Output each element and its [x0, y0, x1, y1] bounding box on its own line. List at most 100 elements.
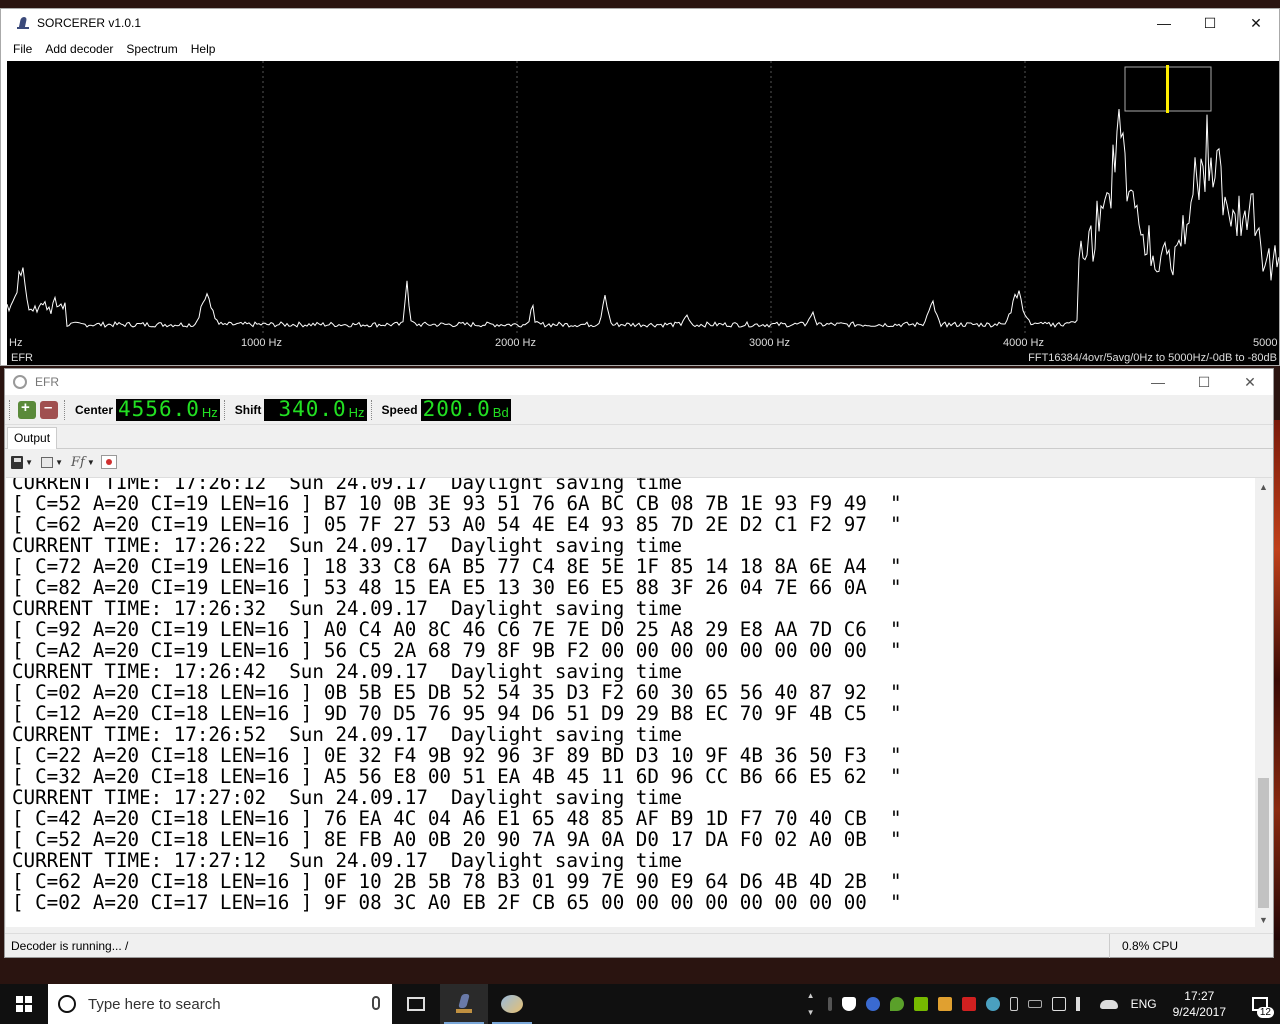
chevron-down-icon: ▼	[55, 457, 63, 467]
decoder-titlebar[interactable]: EFR — ☐ ✕	[5, 369, 1273, 395]
clock[interactable]: 17:27 9/24/2017	[1173, 988, 1226, 1020]
toolbar-grip[interactable]	[9, 399, 12, 420]
minimize-button[interactable]: —	[1141, 9, 1187, 37]
tab-output[interactable]: Output	[7, 427, 58, 449]
font-icon: Ff	[71, 454, 85, 470]
freq-label-5000: 5000	[1253, 337, 1277, 349]
add-plugin-icon[interactable]	[18, 399, 36, 419]
onedrive-icon[interactable]	[1099, 999, 1118, 1009]
microphone-icon[interactable]	[372, 996, 380, 1010]
menubar: File Add decoder Spectrum Help	[1, 37, 1279, 61]
search-placeholder: Type here to search	[88, 995, 221, 1013]
scroll-up-icon[interactable]: ▲	[1255, 478, 1272, 495]
fft-info-label: FFT16384/4ovr/5avg/0Hz to 5000Hz/-0dB to…	[1028, 352, 1277, 364]
output-line: [ C=52 A=20 CI=18 LEN=16 ] 8E FB A0 0B 2…	[12, 828, 902, 851]
chevron-down-icon: ▼	[806, 1008, 815, 1017]
desktop-background-strip	[1274, 420, 1280, 940]
keyboard-icon[interactable]	[1027, 1000, 1042, 1008]
main-window-controls: — ☐ ✕	[1141, 9, 1279, 37]
sorcerer-app-icon	[15, 15, 31, 31]
language-indicator[interactable]: ENG	[1131, 997, 1157, 1011]
usb-icon[interactable]	[1009, 997, 1018, 1011]
toolbar-grip[interactable]	[64, 399, 67, 420]
vertical-scrollbar[interactable]: ▲ ▼	[1255, 478, 1272, 927]
menu-spectrum[interactable]: Spectrum	[126, 42, 177, 56]
output-line: [ C=02 A=20 CI=17 LEN=16 ] 9F 08 3C A0 E…	[12, 891, 902, 914]
minimize-icon: —	[1157, 15, 1171, 31]
clock-time: 17:27	[1184, 989, 1215, 1003]
tray-overflow-button[interactable]: ▲ ▼	[805, 991, 817, 1017]
decoder-maximize-button[interactable]: ☐	[1181, 369, 1227, 395]
save-button[interactable]: ▼	[11, 454, 33, 470]
taskbar-search[interactable]: Type here to search	[48, 984, 392, 1024]
network-app-icon[interactable]	[985, 997, 1000, 1011]
output-line: CURRENT TIME: 17:26:52 Sun 24.09.17 Dayl…	[12, 723, 683, 746]
spectrum-display[interactable]: Hz 1000 Hz 2000 Hz 3000 Hz 4000 Hz 5000 …	[7, 61, 1279, 365]
toolbar-grip[interactable]	[370, 399, 374, 420]
scroll-down-icon[interactable]: ▼	[1255, 911, 1272, 927]
network-icon[interactable]	[1051, 997, 1066, 1011]
freq-label-3000: 3000 Hz	[749, 337, 790, 349]
main-titlebar[interactable]: SORCERER v1.0.1 — ☐ ✕	[1, 9, 1279, 37]
gear-icon	[13, 375, 27, 389]
maximize-button[interactable]: ☐	[1187, 9, 1233, 37]
cpu-usage: 0.8% CPU	[1109, 934, 1273, 958]
menu-help[interactable]: Help	[191, 42, 216, 56]
decoder-toolbar: Center 4556.0 Hz Shift 340.0 Hz Speed 20…	[5, 395, 1273, 425]
output-line: [ C=32 A=20 CI=18 LEN=16 ] A5 56 E8 00 5…	[12, 765, 902, 788]
close-button[interactable]: ✕	[1233, 9, 1279, 37]
speed-display[interactable]: 200.0 Bd	[420, 398, 511, 421]
output-line: [ C=72 A=20 CI=19 LEN=16 ] 18 33 C8 6A B…	[12, 555, 902, 578]
output-line: [ C=92 A=20 CI=19 LEN=16 ] A0 C4 A0 8C 4…	[12, 618, 902, 641]
taskbar-app-sorcerer[interactable]	[440, 984, 488, 1024]
start-button[interactable]	[0, 984, 48, 1024]
menu-add-decoder[interactable]: Add decoder	[45, 42, 113, 56]
speed-unit: Bd	[492, 404, 509, 420]
spectrum-plot[interactable]: Hz 1000 Hz 2000 Hz 3000 Hz 4000 Hz 5000 …	[7, 61, 1279, 365]
close-icon: ✕	[1244, 373, 1256, 390]
remove-plugin-icon[interactable]	[40, 399, 58, 419]
nvidia-icon[interactable]	[913, 997, 928, 1011]
action-center-button[interactable]: 12	[1240, 984, 1280, 1024]
font-options-button[interactable]: Ff ▼	[71, 454, 95, 470]
green-app-icon[interactable]	[889, 997, 904, 1011]
taskbar-app-paint[interactable]	[488, 984, 536, 1024]
maximize-icon: ☐	[1197, 373, 1211, 390]
decoder-close-button[interactable]: ✕	[1227, 369, 1273, 395]
output-tabbar: Output	[5, 425, 1273, 449]
bluetooth-icon[interactable]	[865, 997, 880, 1011]
scrollbar-thumb[interactable]	[1258, 778, 1269, 908]
stop-record-icon[interactable]	[101, 455, 117, 469]
output-line: [ C=A2 A=20 CI=19 LEN=16 ] 56 C5 2A 68 7…	[12, 639, 902, 662]
output-line: [ C=42 A=20 CI=18 LEN=16 ] 76 EA 4C 04 A…	[12, 807, 902, 830]
output-log: CURRENT TIME: 17:26:12 Sun 24.09.17 Dayl…	[12, 478, 902, 914]
freq-label-2000: 2000 Hz	[495, 337, 536, 349]
task-view-button[interactable]	[392, 984, 440, 1024]
speed-label: Speed	[381, 402, 418, 417]
windows-icon	[16, 996, 32, 1012]
bitdefender-icon[interactable]	[961, 997, 976, 1011]
defender-shield-icon[interactable]	[841, 997, 856, 1011]
output-line: CURRENT TIME: 17:27:12 Sun 24.09.17 Dayl…	[12, 849, 683, 872]
cortana-icon	[58, 995, 76, 1013]
volume-icon[interactable]	[1075, 997, 1090, 1011]
close-icon: ✕	[1250, 14, 1262, 31]
menu-file[interactable]: File	[13, 42, 32, 56]
decoder-status-text: Decoder is running... /	[11, 938, 129, 953]
puzzle-tray-icon[interactable]	[937, 997, 952, 1011]
clock-date: 9/24/2017	[1172, 1005, 1226, 1019]
shift-value: 340.0	[278, 396, 347, 421]
output-text-area[interactable]: CURRENT TIME: 17:26:12 Sun 24.09.17 Dayl…	[6, 477, 1272, 927]
tuning-marker-center[interactable]	[1166, 65, 1169, 113]
toolbar-grip[interactable]	[223, 399, 227, 420]
decoder-minimize-button[interactable]: —	[1135, 369, 1181, 395]
minimize-icon: —	[1151, 374, 1165, 390]
center-display[interactable]: 4556.0 Hz	[116, 398, 220, 421]
paint-taskbar-icon	[501, 995, 523, 1013]
sorcerer-taskbar-icon	[454, 992, 474, 1016]
output-line: CURRENT TIME: 17:26:22 Sun 24.09.17 Dayl…	[12, 534, 683, 557]
shift-display[interactable]: 340.0 Hz	[264, 396, 367, 421]
shift-label: Shift	[234, 402, 262, 417]
output-line: CURRENT TIME: 17:26:42 Sun 24.09.17 Dayl…	[12, 660, 683, 683]
view-options-button[interactable]: ▼	[41, 454, 63, 470]
